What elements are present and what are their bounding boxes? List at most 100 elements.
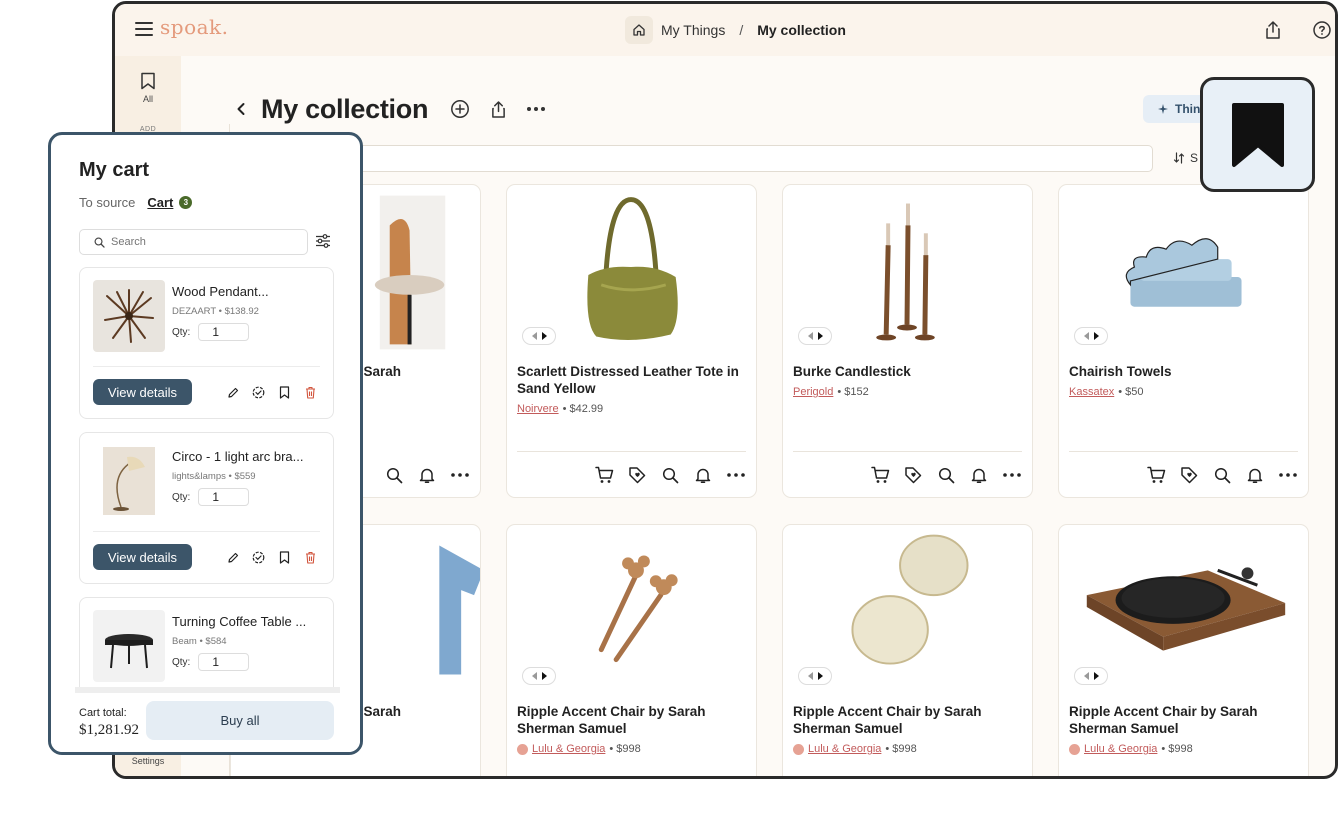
more-icon[interactable]	[522, 95, 550, 123]
product-title[interactable]: Ripple Accent Chair by Sarah Sherman Sam…	[517, 703, 749, 737]
product-card[interactable]: Burke Candlestick Perigold • $152	[782, 184, 1033, 498]
image-carousel-control[interactable]	[798, 327, 832, 345]
home-icon[interactable]	[625, 16, 653, 44]
product-card[interactable]: Scarlett Distressed Leather Tote in Sand…	[506, 184, 757, 498]
top-bar: spoak. My Things / My collection	[115, 4, 1335, 56]
bell-icon[interactable]	[693, 465, 713, 485]
product-title[interactable]: Scarlett Distressed Leather Tote in Sand…	[517, 363, 749, 397]
view-details-button[interactable]: View details	[93, 544, 192, 570]
quantity-input[interactable]	[198, 323, 250, 341]
search-icon[interactable]	[660, 465, 680, 485]
cart-item-meta: DEZAART • $138.92	[172, 306, 259, 317]
logo[interactable]: spoak.	[160, 15, 229, 39]
more-icon[interactable]	[1278, 465, 1298, 485]
back-icon[interactable]	[233, 101, 249, 117]
check-circle-icon[interactable]	[251, 550, 266, 565]
image-carousel-control[interactable]	[1074, 327, 1108, 345]
search-icon[interactable]	[384, 465, 404, 485]
divider	[517, 451, 746, 452]
product-card[interactable]: Ripple Accent Chair by Sarah Sherman Sam…	[782, 524, 1033, 776]
tab-to-source[interactable]: To source	[79, 195, 135, 210]
product-title[interactable]: Chairish Towels	[1069, 363, 1301, 380]
tab-cart[interactable]: Cart	[147, 195, 173, 210]
check-circle-icon[interactable]	[251, 385, 266, 400]
qty-label: Qty:	[172, 326, 191, 338]
cart-item-image	[93, 610, 165, 682]
cart-item-name[interactable]: Wood Pendant...	[172, 284, 322, 299]
more-icon[interactable]	[1002, 465, 1022, 485]
product-price: • $42.99	[562, 403, 604, 415]
buy-all-button[interactable]: Buy all	[146, 701, 334, 740]
breadcrumb-parent[interactable]: My Things	[661, 22, 725, 38]
product-price: • $998	[885, 743, 917, 755]
share-icon[interactable]	[1261, 18, 1285, 42]
menu-icon[interactable]	[135, 22, 153, 36]
product-price: • $152	[837, 386, 869, 398]
edit-icon[interactable]	[225, 385, 240, 400]
product-card[interactable]: Ripple Accent Chair by Sarah Sherman Sam…	[1058, 524, 1309, 776]
cart-item-image	[93, 445, 165, 517]
cart-item-name[interactable]: Turning Coffee Table ...	[172, 614, 322, 629]
sidebar-item-all[interactable]: All	[115, 72, 181, 104]
price-tag-heart-icon[interactable]	[903, 465, 923, 485]
product-title[interactable]: Burke Candlestick	[793, 363, 1025, 380]
search-icon[interactable]	[1212, 465, 1232, 485]
bookmark-icon[interactable]	[277, 550, 292, 565]
cart-total-value: $1,281.92	[79, 722, 139, 738]
product-price: • $998	[609, 743, 641, 755]
quantity-input[interactable]	[198, 488, 250, 506]
collection-search-input[interactable]	[355, 145, 1153, 172]
filter-icon[interactable]	[314, 232, 332, 250]
product-card[interactable]: Chairish Towels Kassatex • $50	[1058, 184, 1309, 498]
cart-search-input[interactable]	[111, 236, 291, 248]
product-meta: Lulu & Georgia • $998	[793, 743, 917, 755]
vendor-link[interactable]: Lulu & Georgia	[808, 743, 881, 755]
image-carousel-control[interactable]	[798, 667, 832, 685]
trash-icon[interactable]	[303, 385, 318, 400]
sidebar-item-settings[interactable]: Settings	[115, 756, 181, 766]
vendor-link[interactable]: Kassatex	[1069, 386, 1114, 398]
bell-icon[interactable]	[1245, 465, 1265, 485]
divider	[793, 451, 1022, 452]
price-tag-heart-icon[interactable]	[627, 465, 647, 485]
cart-item-actions	[225, 385, 318, 400]
cart-item-qty: Qty:	[172, 323, 250, 341]
image-carousel-control[interactable]	[522, 327, 556, 345]
search-icon[interactable]	[936, 465, 956, 485]
breadcrumb-separator: /	[739, 22, 744, 38]
share-icon[interactable]	[484, 95, 512, 123]
cart-icon[interactable]	[594, 465, 614, 485]
breadcrumb-current: My collection	[757, 22, 846, 38]
vendor-link[interactable]: Noirvere	[517, 403, 559, 415]
more-icon[interactable]	[726, 465, 746, 485]
add-icon[interactable]	[446, 95, 474, 123]
more-icon[interactable]	[450, 465, 470, 485]
bell-icon[interactable]	[417, 465, 437, 485]
product-meta: Noirvere • $42.99	[517, 403, 603, 415]
product-meta: Kassatex • $50	[1069, 386, 1144, 398]
product-title[interactable]: Ripple Accent Chair by Sarah Sherman Sam…	[1069, 703, 1301, 737]
product-card[interactable]: Ripple Accent Chair by Sarah Sherman Sam…	[506, 524, 757, 776]
cart-search	[79, 229, 308, 255]
vendor-link[interactable]: Lulu & Georgia	[532, 743, 605, 755]
vendor-avatar	[517, 743, 528, 755]
help-icon[interactable]	[1310, 18, 1334, 42]
price-tag-heart-icon[interactable]	[1179, 465, 1199, 485]
vendor-link[interactable]: Perigold	[793, 386, 833, 398]
product-title[interactable]: Ripple Accent Chair by Sarah Sherman Sam…	[793, 703, 1025, 737]
edit-icon[interactable]	[225, 550, 240, 565]
cart-icon[interactable]	[1146, 465, 1166, 485]
cart-icon[interactable]	[870, 465, 890, 485]
bell-icon[interactable]	[969, 465, 989, 485]
image-carousel-control[interactable]	[522, 667, 556, 685]
view-details-button[interactable]: View details	[93, 379, 192, 405]
image-carousel-control[interactable]	[1074, 667, 1108, 685]
bookmark-icon[interactable]	[277, 385, 292, 400]
page-title: My collection	[261, 93, 429, 124]
trash-icon[interactable]	[303, 550, 318, 565]
cart-item-name[interactable]: Circo - 1 light arc bra...	[172, 449, 322, 464]
sort-button[interactable]: S	[1173, 147, 1198, 169]
sparkle-icon	[1158, 104, 1168, 114]
vendor-link[interactable]: Lulu & Georgia	[1084, 743, 1157, 755]
quantity-input[interactable]	[198, 653, 250, 671]
